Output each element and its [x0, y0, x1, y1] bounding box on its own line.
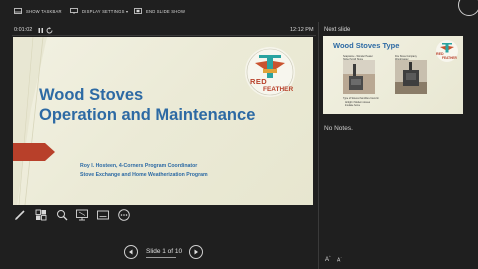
- slide-title-line1: Wood Stoves: [39, 86, 144, 104]
- clock: 12:12 PM: [290, 27, 314, 33]
- red-arrow-shape: [13, 143, 55, 161]
- next-slide-label: Next slide: [324, 27, 351, 33]
- timer-divider: [12, 35, 316, 36]
- display-settings-label: DISPLAY SETTINGS ▾: [82, 8, 129, 14]
- next-arrow-icon: [194, 249, 198, 255]
- slide-subtitle-line2: Stove Exchange and Home Weatherization P…: [80, 172, 208, 178]
- next-slide-preview[interactable]: Wood Stoves Type RED FEATHER Soapstone -…: [323, 36, 463, 114]
- show-taskbar-button[interactable]: SHOW TASKBAR: [14, 6, 62, 16]
- monitor-icon: [70, 8, 78, 14]
- pen-icon[interactable]: [14, 209, 26, 221]
- slide-subtitle-line1: Roy I. Hosteen, 4-Corners Program Coordi…: [80, 163, 198, 169]
- taskbar-icon: [14, 8, 22, 14]
- slide-counter[interactable]: Slide 1 of 10: [146, 248, 182, 255]
- slide-title-line2: Operation and Maintenance: [39, 106, 256, 124]
- display-settings-button[interactable]: DISPLAY SETTINGS ▾: [70, 6, 128, 16]
- pane-divider[interactable]: [318, 22, 319, 269]
- slide-counter-underline: [146, 257, 176, 258]
- increase-font-button[interactable]: A⁺: [325, 255, 331, 263]
- previous-arrow-icon: [129, 249, 133, 255]
- decrease-font-button[interactable]: A⁻: [337, 256, 342, 264]
- current-slide[interactable]: RED FEATHER Wood Stoves Operation and Ma…: [13, 37, 313, 205]
- speaker-notes: No Notes.: [324, 125, 353, 132]
- stove-photo-right: [395, 60, 427, 94]
- slide-title: Wood Stoves Operation and Maintenance: [39, 85, 279, 125]
- previous-slide-button[interactable]: [124, 245, 138, 259]
- end-show-icon: [134, 8, 142, 14]
- subtitles-icon[interactable]: [97, 209, 109, 221]
- show-taskbar-label: SHOW TASKBAR: [26, 8, 62, 14]
- end-slide-show-button[interactable]: END SLIDE SHOW: [134, 6, 185, 16]
- next-logo-feather: FEATHER: [442, 56, 457, 60]
- next-slide-button[interactable]: [189, 245, 203, 259]
- see-all-slides-icon[interactable]: [35, 209, 47, 221]
- next-slide-logo: RED FEATHER: [436, 40, 458, 62]
- next-caption-bottom3: Insulate home: [345, 104, 361, 107]
- stove-photo-left: [343, 60, 375, 94]
- more-options-icon[interactable]: [118, 209, 130, 221]
- restart-timer-icon[interactable]: [46, 27, 54, 34]
- black-screen-icon[interactable]: [76, 209, 88, 221]
- end-slide-show-label: END SLIDE SHOW: [146, 8, 186, 14]
- pause-icon[interactable]: [37, 27, 45, 34]
- next-slide-title: Wood Stoves Type: [333, 41, 400, 50]
- elapsed-timer: 0:01:02: [14, 27, 33, 33]
- zoom-icon[interactable]: [56, 209, 68, 221]
- help-icon[interactable]: [458, 0, 478, 16]
